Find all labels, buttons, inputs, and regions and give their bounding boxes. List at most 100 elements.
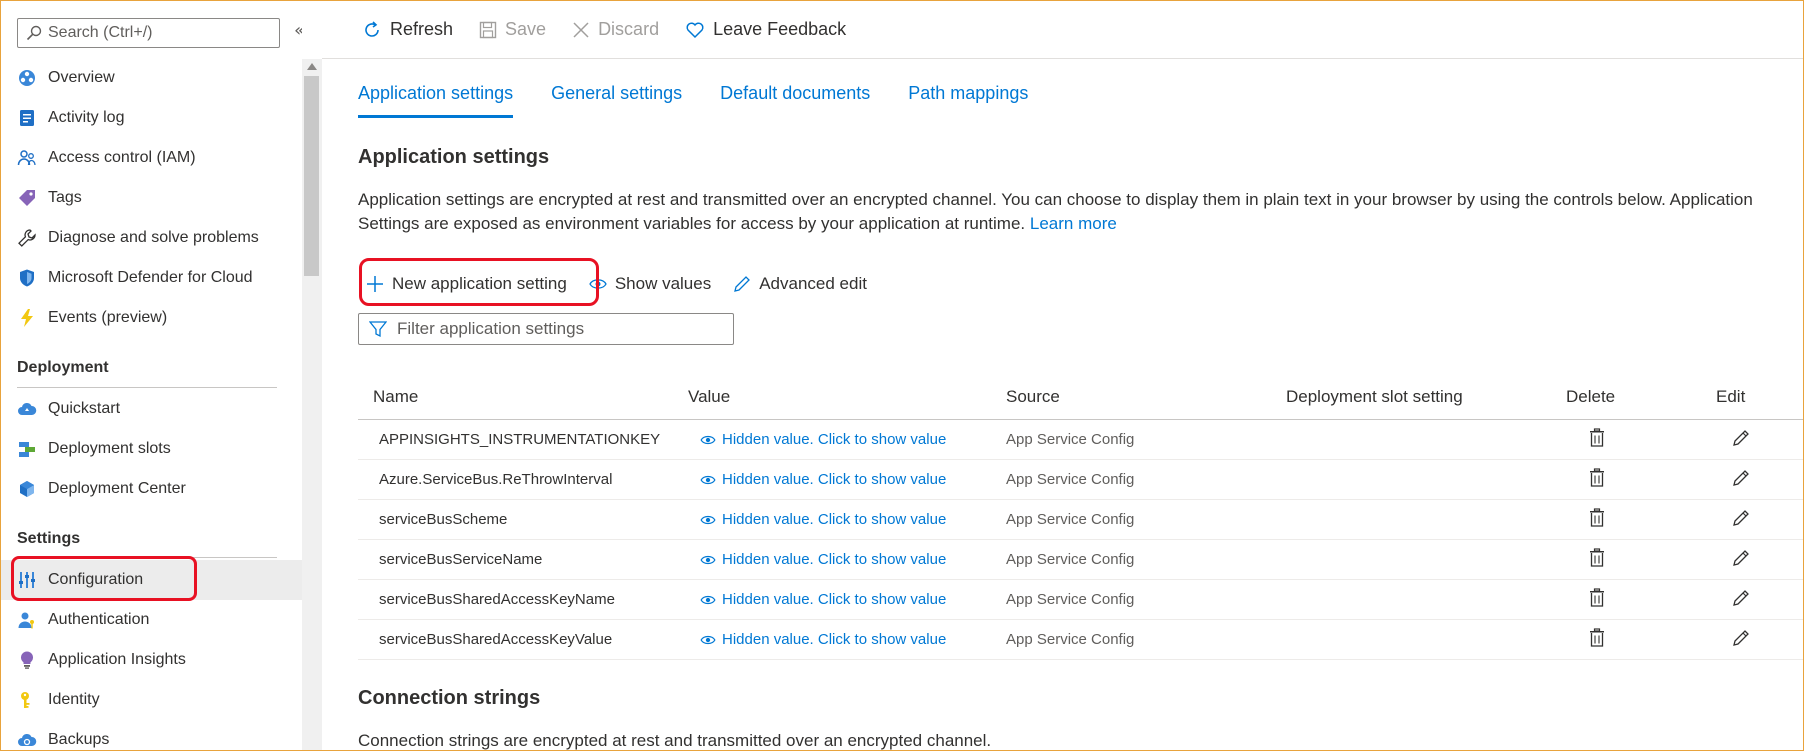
save-button[interactable]: Save xyxy=(479,19,546,40)
sidebar-item-label: Application Insights xyxy=(48,651,186,668)
close-icon xyxy=(573,21,589,38)
window-frame: Search (Ctrl+/) « Overview Activity log … xyxy=(0,0,1804,751)
backup-cloud-icon xyxy=(17,730,37,750)
column-header-value[interactable]: Value xyxy=(688,385,1006,407)
hidden-value-link[interactable]: Hidden value. Click to show value xyxy=(688,511,1006,528)
refresh-label: Refresh xyxy=(390,19,454,39)
filter-application-settings-input[interactable]: Filter application settings xyxy=(358,313,734,345)
main-content: Refresh Save Discard Leave Feedback Appl… xyxy=(322,1,1803,750)
edit-button[interactable] xyxy=(1716,509,1796,531)
sidebar-item-label: Deployment slots xyxy=(48,440,171,457)
connection-strings-description: Connection strings are encrypted at rest… xyxy=(358,731,992,750)
sidebar-item-label: Quickstart xyxy=(48,400,121,417)
tab-application-settings[interactable]: Application settings xyxy=(358,83,514,118)
sidebar-item-label: Events (preview) xyxy=(48,309,168,326)
tab-general-settings[interactable]: General settings xyxy=(551,83,682,118)
hidden-value-link[interactable]: Hidden value. Click to show value xyxy=(688,631,1006,648)
lightning-icon xyxy=(17,308,37,328)
pencil-icon xyxy=(1733,629,1749,646)
column-header-slot[interactable]: Deployment slot setting xyxy=(1286,385,1566,407)
sidebar-item-label: Deployment Center xyxy=(48,480,186,497)
refresh-button[interactable]: Refresh xyxy=(362,19,453,40)
refresh-icon xyxy=(365,20,379,37)
sidebar-item-backups[interactable]: Backups xyxy=(1,720,302,750)
sidebar-item-deployment-slots[interactable]: Deployment slots xyxy=(1,429,302,469)
setting-name: serviceBusScheme xyxy=(379,511,508,528)
delete-button[interactable] xyxy=(1566,587,1716,612)
discard-button[interactable]: Discard xyxy=(572,19,659,40)
sidebar-item-quickstart[interactable]: Quickstart xyxy=(1,389,302,429)
sidebar-item-defender[interactable]: Microsoft Defender for Cloud xyxy=(1,258,302,298)
hidden-value-text: Hidden value. Click to show value xyxy=(722,551,947,568)
sidebar-item-deployment-center[interactable]: Deployment Center xyxy=(1,469,302,509)
activity-log-icon xyxy=(17,108,37,128)
delete-button[interactable] xyxy=(1566,627,1716,652)
sidebar-item-activity-log[interactable]: Activity log xyxy=(1,98,302,138)
search-icon xyxy=(26,25,42,41)
tag-icon xyxy=(17,188,37,208)
search-input[interactable]: Search (Ctrl+/) xyxy=(17,18,280,48)
column-header-source[interactable]: Source xyxy=(1006,385,1286,407)
edit-button[interactable] xyxy=(1716,469,1796,491)
column-header-delete: Delete xyxy=(1566,386,1616,406)
pencil-icon xyxy=(1733,589,1749,606)
tab-default-documents[interactable]: Default documents xyxy=(720,83,870,118)
hidden-value-link[interactable]: Hidden value. Click to show value xyxy=(688,471,1006,488)
setting-source: App Service Config xyxy=(1006,511,1135,528)
delete-button[interactable] xyxy=(1566,427,1716,452)
sidebar-item-access-control[interactable]: Access control (IAM) xyxy=(1,138,302,178)
sidebar: Search (Ctrl+/) « Overview Activity log … xyxy=(1,1,302,750)
tab-path-mappings[interactable]: Path mappings xyxy=(908,83,1028,118)
sidebar-scroll-thumb[interactable] xyxy=(304,76,319,276)
sidebar-item-application-insights[interactable]: Application Insights xyxy=(1,640,302,680)
hidden-value-text: Hidden value. Click to show value xyxy=(722,511,947,528)
trash-icon xyxy=(1590,467,1604,487)
show-values-label: Show values xyxy=(614,274,712,293)
people-icon xyxy=(17,148,37,168)
sidebar-item-events[interactable]: Events (preview) xyxy=(1,298,302,338)
setting-source: App Service Config xyxy=(1006,551,1135,568)
scroll-up-arrow-icon[interactable] xyxy=(307,63,317,70)
leave-feedback-button[interactable]: Leave Feedback xyxy=(685,19,846,40)
sidebar-item-identity[interactable]: Identity xyxy=(1,680,302,720)
edit-button[interactable] xyxy=(1716,549,1796,571)
advanced-edit-button[interactable]: Advanced edit xyxy=(733,274,867,294)
delete-button[interactable] xyxy=(1566,467,1716,492)
pencil-icon xyxy=(1733,429,1749,446)
table-row: serviceBusServiceName Hidden value. Clic… xyxy=(358,540,1803,580)
setting-source: App Service Config xyxy=(1006,471,1135,488)
learn-more-link[interactable]: Learn more xyxy=(1030,214,1117,233)
trash-icon xyxy=(1590,427,1604,447)
hidden-value-link[interactable]: Hidden value. Click to show value xyxy=(688,431,1006,448)
sidebar-item-label: Tags xyxy=(48,189,82,206)
setting-name: APPINSIGHTS_INSTRUMENTATIONKEY xyxy=(379,431,661,448)
user-key-icon xyxy=(17,610,37,630)
sidebar-item-overview[interactable]: Overview xyxy=(1,58,302,98)
sidebar-item-tags[interactable]: Tags xyxy=(1,178,302,218)
hidden-value-link[interactable]: Hidden value. Click to show value xyxy=(688,551,1006,568)
table-header: Name Value Source Deployment slot settin… xyxy=(358,372,1803,420)
edit-button[interactable] xyxy=(1716,589,1796,611)
trash-icon xyxy=(1590,507,1604,527)
delete-button[interactable] xyxy=(1566,547,1716,572)
setting-source: App Service Config xyxy=(1006,591,1135,608)
collapse-sidebar-button[interactable]: « xyxy=(294,20,302,41)
hidden-value-link[interactable]: Hidden value. Click to show value xyxy=(688,591,1006,608)
eye-icon xyxy=(700,635,716,644)
save-icon xyxy=(479,21,497,38)
sidebar-item-diagnose[interactable]: Diagnose and solve problems xyxy=(1,218,302,258)
bulb-icon xyxy=(17,650,37,670)
wrench-icon xyxy=(17,228,37,248)
show-values-button[interactable]: Show values xyxy=(589,274,711,294)
edit-button[interactable] xyxy=(1716,429,1796,451)
delete-button[interactable] xyxy=(1566,507,1716,532)
sidebar-item-authentication[interactable]: Authentication xyxy=(1,600,302,640)
eye-icon xyxy=(700,555,716,564)
pencil-icon xyxy=(1733,469,1749,486)
sidebar-item-label: Diagnose and solve problems xyxy=(48,229,259,246)
edit-button[interactable] xyxy=(1716,629,1796,651)
column-header-name[interactable]: Name xyxy=(358,385,688,407)
setting-name: serviceBusServiceName xyxy=(379,551,543,568)
search-placeholder: Search (Ctrl+/) xyxy=(48,24,153,41)
setting-source: App Service Config xyxy=(1006,431,1135,448)
